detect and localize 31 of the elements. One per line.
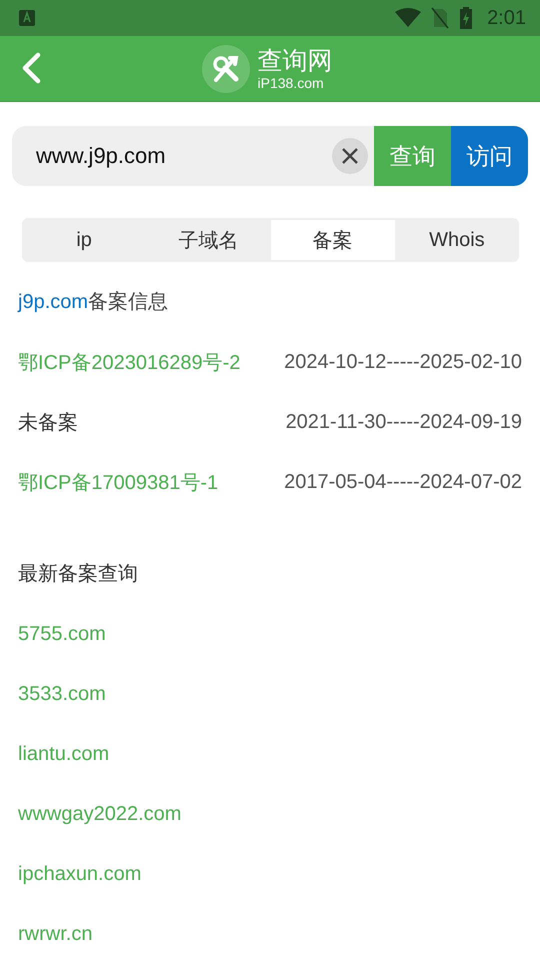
search-field[interactable]: www.j9p.com (12, 126, 374, 186)
logo-title: 查询网 (258, 46, 332, 74)
no-sim-icon (431, 7, 450, 29)
license-status: 未备案 (18, 410, 78, 436)
clock-time: 2:01 (487, 6, 526, 30)
tab[interactable]: Whois (394, 220, 519, 260)
domain-link[interactable]: ipchaxun.com (18, 856, 142, 892)
tools-logo-icon (202, 44, 250, 92)
battery-icon (459, 7, 474, 29)
tab[interactable]: 备案 (270, 220, 395, 260)
domain-link[interactable]: rwrwr.cn (18, 916, 92, 952)
back-icon[interactable] (20, 52, 42, 84)
visit-button[interactable]: 访问 (451, 126, 528, 186)
domain-link[interactable]: wwwgay2022.com (18, 796, 182, 832)
record-period: 2017-05-04-----2024-07-02 (284, 470, 522, 494)
domain-link[interactable]: 5755.com (18, 616, 106, 652)
logo-subtitle: iP138.com (258, 74, 325, 90)
domain-link[interactable]: 3533.com (18, 676, 106, 712)
tab[interactable]: 子域名 (146, 220, 270, 260)
section-heading: 最新备案查询 (18, 562, 139, 587)
tab[interactable]: ip (22, 220, 146, 260)
license-number[interactable]: 鄂ICP备17009381号-1 (18, 468, 218, 496)
record-period: 2021-11-30-----2024-09-19 (286, 410, 522, 434)
domain-link[interactable]: liantu.com (18, 736, 110, 772)
keyboard-app-icon (18, 9, 36, 27)
clear-icon[interactable] (332, 138, 368, 174)
query-button[interactable]: 查询 (374, 126, 451, 186)
record-heading: j9p.com备案信息 (18, 290, 170, 315)
wifi-icon (395, 8, 422, 28)
license-number[interactable]: 鄂ICP备2023016289号-2 (18, 348, 240, 376)
record-period: 2024-10-12-----2025-02-10 (284, 350, 522, 374)
